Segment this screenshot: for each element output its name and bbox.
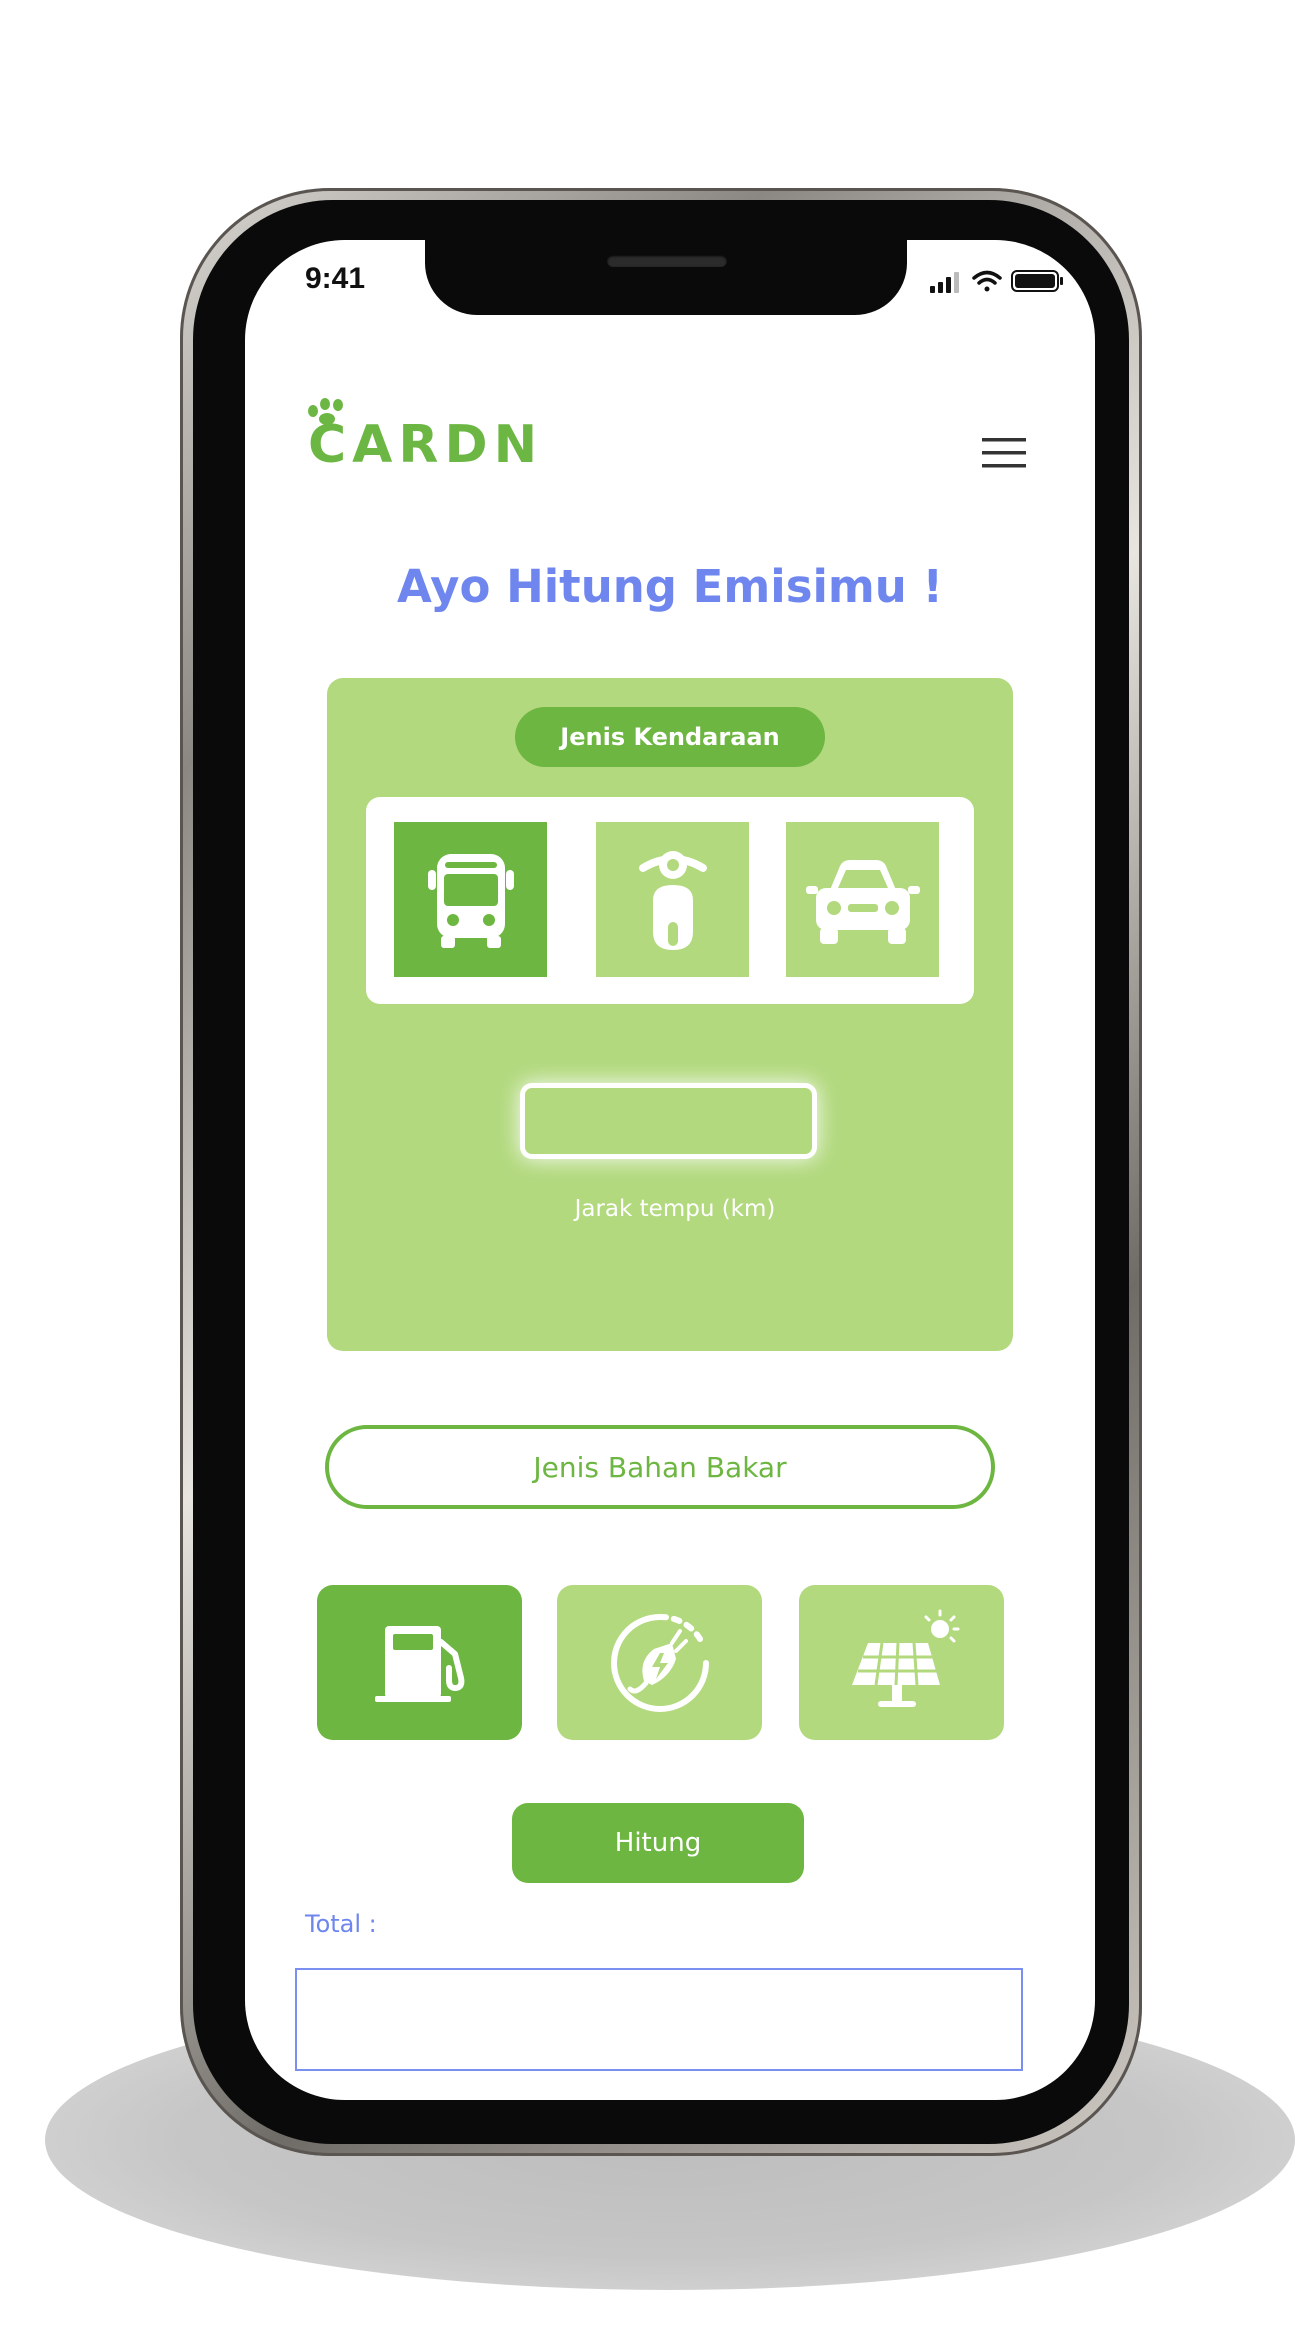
vehicle-card — [327, 678, 1013, 1351]
total-output — [295, 1968, 1023, 2071]
phone-speaker — [607, 255, 727, 267]
calculate-button[interactable]: Hitung — [512, 1803, 804, 1883]
battery-icon — [1011, 270, 1063, 292]
vehicle-type-label: Jenis Kendaraan — [515, 707, 825, 767]
vehicle-option-bus[interactable] — [394, 822, 547, 977]
hamburger-menu-icon[interactable] — [982, 436, 1026, 470]
distance-label: Jarak tempu (km) — [574, 1196, 776, 1222]
app-logo[interactable]: CARDN — [308, 415, 543, 475]
fuel-option-solar[interactable] — [799, 1585, 1004, 1740]
bus-icon — [427, 853, 514, 948]
vehicle-option-scooter[interactable] — [596, 822, 749, 977]
status-icons — [930, 270, 1063, 293]
car-icon — [805, 859, 920, 944]
vehicle-option-car[interactable] — [786, 822, 939, 977]
page: 9:41 CARDN Ayo Hitung Emisimu ! Jenis Ke… — [0, 0, 1314, 2337]
electric-plug-icon — [610, 1613, 709, 1712]
fuel-option-gasoline[interactable] — [317, 1585, 522, 1740]
scooter-icon — [638, 850, 707, 950]
status-time: 9:41 — [305, 262, 366, 295]
page-title: Ayo Hitung Emisimu ! — [396, 560, 944, 613]
distance-input[interactable] — [520, 1083, 817, 1159]
wifi-icon — [972, 270, 1002, 292]
fuel-type-label: Jenis Bahan Bakar — [325, 1425, 995, 1509]
phone-notch — [425, 240, 907, 315]
solar-panel-icon — [851, 1609, 959, 1707]
total-label: Total : — [305, 1910, 377, 1938]
signal-icon — [930, 272, 959, 293]
fuel-pump-icon — [374, 1625, 464, 1702]
fuel-option-electric[interactable] — [557, 1585, 762, 1740]
